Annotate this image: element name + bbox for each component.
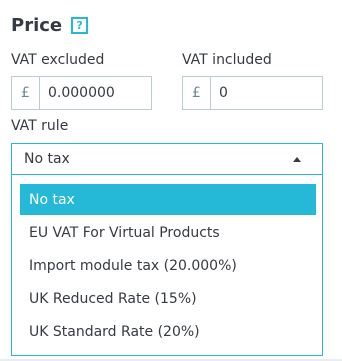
vat-included-label: VAT included xyxy=(182,52,272,68)
help-icon[interactable]: ? xyxy=(71,16,89,34)
vat-included-input[interactable]: 0 xyxy=(211,77,228,109)
caret-up-icon xyxy=(293,156,301,162)
vat-excluded-input[interactable]: 0.000000 xyxy=(40,77,115,109)
vat-rule-option[interactable]: UK Standard Rate (20%) xyxy=(20,316,316,347)
vat-rule-option[interactable]: EU VAT For Virtual Products xyxy=(20,217,316,248)
vat-rule-option[interactable]: No tax xyxy=(20,184,316,215)
vat-rule-select[interactable]: No tax xyxy=(11,143,323,175)
vat-rule-option[interactable]: UK Reduced Rate (15%) xyxy=(20,283,316,314)
vat-included-input-group[interactable]: £ 0 xyxy=(182,76,323,110)
vat-rule-option[interactable]: Import module tax (20.000%) xyxy=(20,250,316,281)
price-title: Price xyxy=(11,14,63,36)
vat-rule-dropdown: No tax EU VAT For Virtual Products Impor… xyxy=(11,175,323,356)
currency-symbol: £ xyxy=(12,77,40,109)
price-header: Price ? xyxy=(11,12,89,38)
vat-excluded-input-group[interactable]: £ 0.000000 xyxy=(11,76,152,110)
vat-rule-selected-value: No tax xyxy=(24,151,70,167)
vat-excluded-label: VAT excluded xyxy=(11,52,105,68)
currency-symbol: £ xyxy=(183,77,211,109)
vat-rule-label: VAT rule xyxy=(11,118,69,134)
